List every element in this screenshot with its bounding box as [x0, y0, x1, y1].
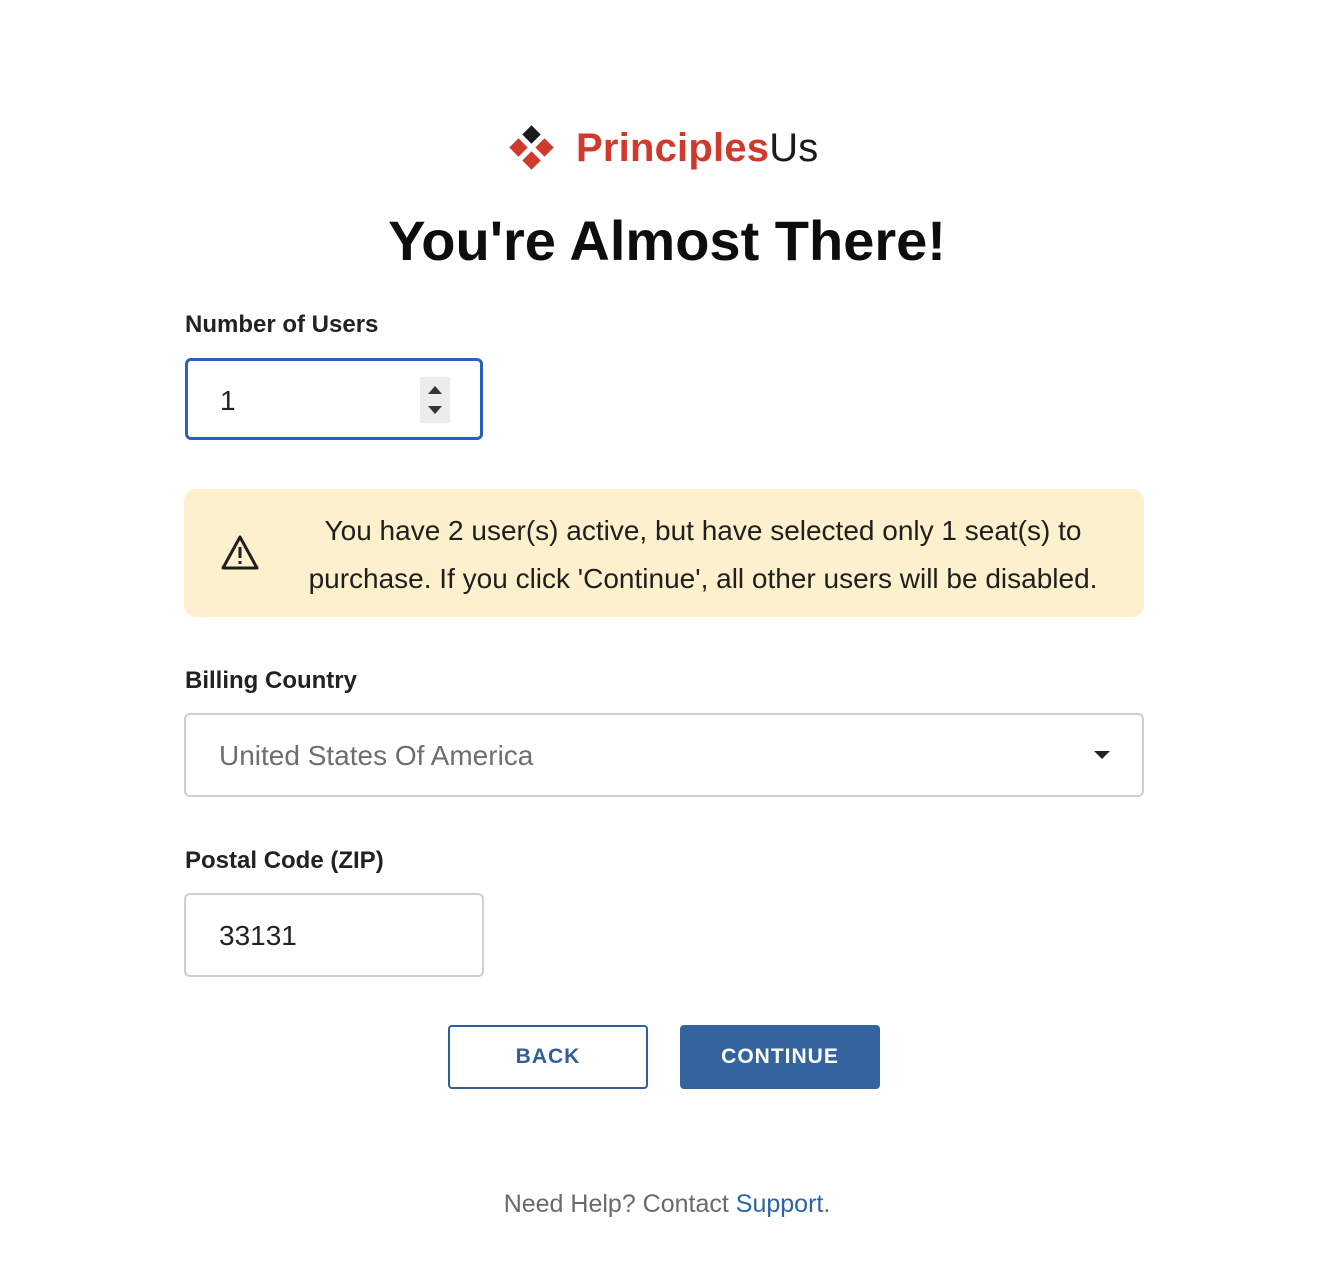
number-of-users-input[interactable]: 1 [185, 358, 483, 440]
increment-arrow-icon[interactable] [428, 386, 442, 394]
billing-country-label: Billing Country [185, 667, 357, 694]
number-of-users-value: 1 [220, 385, 236, 416]
back-button[interactable]: BACK [448, 1025, 648, 1089]
seat-warning-alert: You have 2 user(s) active, but have sele… [184, 489, 1144, 617]
support-link[interactable]: Support [736, 1190, 824, 1218]
postal-code-value: 33131 [219, 920, 297, 951]
warning-icon [221, 535, 259, 570]
alert-message: You have 2 user(s) active, but have sele… [308, 515, 1098, 594]
logo-mark-icon [508, 122, 556, 174]
page-title: You're Almost There! [388, 209, 946, 272]
billing-country-value: United States Of America [219, 740, 534, 771]
decrement-arrow-icon[interactable] [428, 406, 442, 414]
postal-code-label: Postal Code (ZIP) [185, 847, 384, 874]
quantity-stepper[interactable] [420, 377, 450, 423]
help-footer: Need Help? Contact Support. [0, 1190, 1334, 1219]
continue-button[interactable]: CONTINUE [680, 1025, 880, 1089]
help-suffix: . [823, 1190, 831, 1218]
brand-name: PrinciplesUs [576, 126, 819, 170]
billing-country-select[interactable]: United States Of America [184, 713, 1144, 797]
postal-code-input[interactable]: 33131 [184, 893, 484, 977]
chevron-down-icon [1094, 751, 1110, 759]
number-of-users-label: Number of Users [185, 311, 379, 338]
brand-logo: PrinciplesUs [508, 122, 819, 174]
help-text: Need Help? Contact [503, 1190, 736, 1218]
